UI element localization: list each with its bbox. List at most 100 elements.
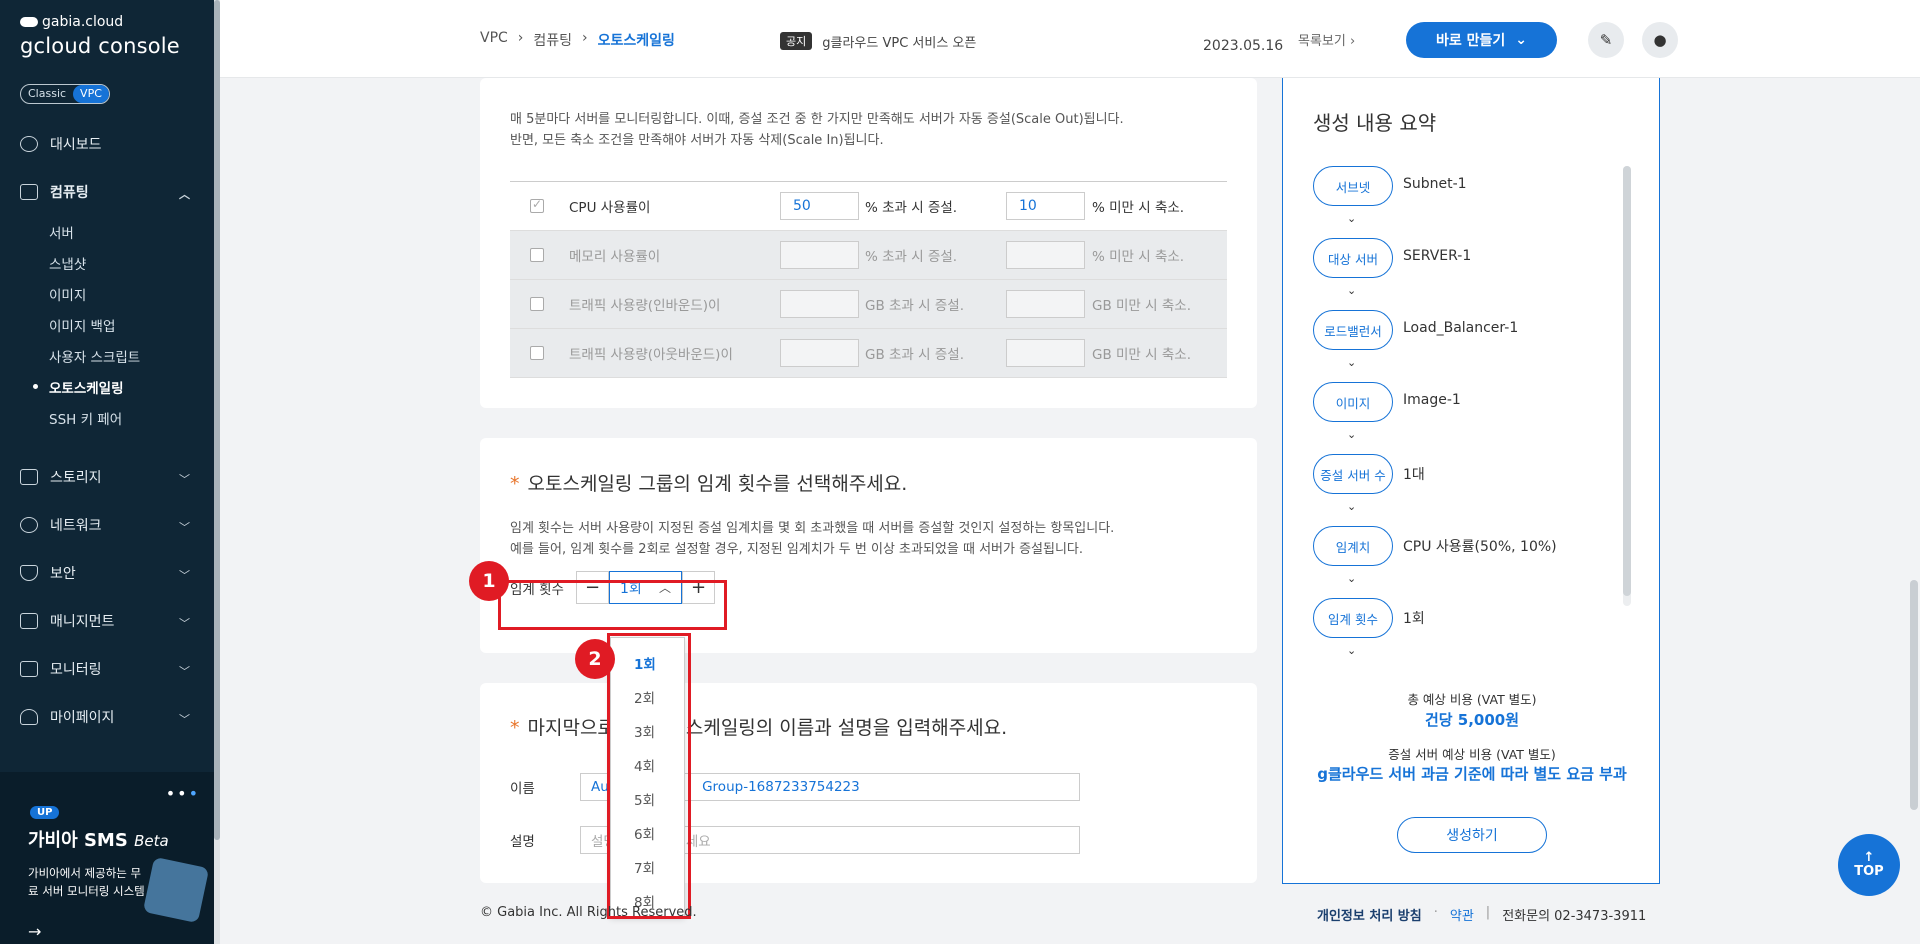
annotation-box-2	[607, 633, 691, 919]
outbound-scale-in-input[interactable]	[1006, 339, 1085, 367]
total-cost-label: 총 예상 비용 (VAT 별도)	[1407, 692, 1537, 707]
breadcrumb-current: 오토스케일링	[597, 33, 675, 49]
sidebar-item-computing[interactable]: 컴퓨팅 ︿	[0, 168, 214, 216]
sidebar-nav: 대시보드 컴퓨팅 ︿ 서버 스냅샷 이미지 이미지 백업 사용자 스크립트 오토…	[0, 120, 214, 741]
sidebar-item-network[interactable]: 네트워크 ﹀	[0, 501, 214, 549]
summary-pill: 증설 서버 수	[1313, 454, 1393, 494]
breadcrumb-vpc[interactable]: VPC	[480, 30, 508, 50]
summary-pill: 임계 횟수	[1313, 598, 1393, 638]
required-mark: *	[510, 473, 520, 495]
summary-item: 서브넷 Subnet-1 ⌄	[1313, 166, 1613, 238]
up-badge: UP	[30, 806, 60, 819]
cpu-scale-in-input[interactable]: 10	[1006, 192, 1085, 220]
inbound-scale-out-input[interactable]	[780, 290, 859, 318]
top-bar: VPC › 컴퓨팅 › 오토스케일링 공지 g클라우드 VPC 서비스 오픈 20…	[220, 0, 1920, 78]
sidebar-item-autoscaling[interactable]: 오토스케일링	[33, 371, 214, 402]
chat-icon[interactable]: ✎	[1588, 22, 1624, 58]
brand-logo[interactable]: gabia.cloud gcloud console	[20, 14, 180, 58]
required-mark: *	[510, 717, 520, 739]
chevron-down-icon: ⌄	[1347, 500, 1357, 513]
condition-row-inbound: 트래픽 사용량(인바운드)이 GB 초과 시 증설. GB 미만 시 축소.	[510, 280, 1227, 329]
threshold-desc-line2: 예를 들어, 임계 횟수를 2회로 설정할 경우, 지정된 임계치가 두 번 이…	[510, 542, 1084, 557]
footer-links: 개인정보 처리 방침 · 약관 | 전화문의 02-3473-3911	[1317, 905, 1647, 924]
chevron-down-icon: ⌄	[1347, 572, 1357, 585]
quick-create-button[interactable]: 바로 만들기 ⌄	[1406, 22, 1557, 58]
toggle-classic[interactable]: Classic	[21, 85, 73, 103]
carousel-dots[interactable]: •••	[166, 784, 200, 803]
summary-item: 임계치 CPU 사용률(50%, 10%) ⌄	[1313, 526, 1613, 598]
sidebar-item-monitoring[interactable]: 모니터링 ﹀	[0, 645, 214, 693]
sms-promo-banner[interactable]: ••• UP 가비아 SMS Beta 가비아에서 제공하는 무료 서버 모니터…	[0, 772, 214, 944]
name-row: 이름 Aut Group-1687233754223	[510, 773, 1080, 801]
chevron-down-icon: ﹀	[179, 665, 190, 678]
shield-icon	[20, 565, 38, 581]
privacy-link[interactable]: 개인정보 처리 방침	[1317, 905, 1422, 924]
sidebar-item-user-script[interactable]: 사용자 스크립트	[49, 340, 214, 371]
sidebar-item-ssh-keypair[interactable]: SSH 키 페어	[49, 402, 214, 433]
inbound-scale-in-input[interactable]	[1006, 290, 1085, 318]
sidebar-item-storage[interactable]: 스토리지 ﹀	[0, 453, 214, 501]
terms-link[interactable]: 약관	[1450, 905, 1474, 924]
create-button[interactable]: 생성하기	[1397, 817, 1547, 853]
summary-item: 증설 서버 수 1대 ⌄	[1313, 454, 1613, 526]
storage-icon	[20, 469, 38, 485]
chevron-down-icon: ⌄	[1347, 212, 1357, 225]
total-cost-value: 건당 5,000원	[1424, 711, 1520, 729]
summary-pill: 대상 서버	[1313, 238, 1393, 278]
notice-list-link[interactable]: 목록보기 ›	[1298, 30, 1355, 49]
user-icon	[20, 709, 38, 725]
page-scrollbar[interactable]	[1910, 580, 1918, 810]
toggle-vpc[interactable]: VPC	[73, 85, 109, 103]
server-cost-label: 증설 서버 예상 비용 (VAT 별도)	[1388, 747, 1556, 762]
network-icon	[20, 517, 38, 533]
management-icon	[20, 613, 38, 629]
chevron-up-icon: ︿	[179, 188, 190, 201]
sidebar-item-security[interactable]: 보안 ﹀	[0, 549, 214, 597]
outbound-checkbox[interactable]	[530, 346, 544, 360]
summary-panel: 생성 내용 요약 서브넷 Subnet-1 ⌄ 대상 서버 SERVER-1 ⌄…	[1282, 78, 1660, 884]
conditions-intro-line1: 매 5분마다 서버를 모니터링합니다. 이때, 증설 조건 중 한 가지만 만족…	[510, 112, 1124, 127]
sidebar-item-image[interactable]: 이미지	[49, 278, 214, 309]
summary-item: 이미지 Image-1 ⌄	[1313, 382, 1613, 454]
computing-submenu: 서버 스냅샷 이미지 이미지 백업 사용자 스크립트 오토스케일링 SSH 키 …	[0, 216, 214, 433]
user-profile-icon[interactable]: ●	[1642, 22, 1678, 58]
chevron-down-icon: ﹀	[179, 617, 190, 630]
notice-ticker[interactable]: 공지 g클라우드 VPC 서비스 오픈 2023.05.16	[780, 18, 1283, 54]
cpu-checkbox[interactable]	[530, 197, 544, 213]
chevron-down-icon: ﹀	[179, 569, 190, 582]
server-cost-value: g클라우드 서버 과금 기준에 따라 별도 요금 부과	[1317, 765, 1627, 783]
annotation-badge-2: 2	[575, 639, 615, 679]
scroll-top-button[interactable]: ↑ TOP	[1838, 834, 1900, 896]
sidebar-item-snapshot[interactable]: 스냅샷	[49, 247, 214, 278]
notice-text[interactable]: g클라우드 VPC 서비스 오픈	[822, 32, 976, 51]
chevron-down-icon: ⌄	[1347, 284, 1357, 297]
promo-title: 가비아 SMS Beta	[28, 830, 169, 851]
breadcrumb: VPC › 컴퓨팅 › 오토스케일링	[480, 30, 675, 50]
outbound-scale-out-input[interactable]	[780, 339, 859, 367]
cpu-scale-out-input[interactable]: 50	[780, 192, 859, 220]
summary-item: 임계 횟수 1회 ⌄	[1313, 598, 1613, 670]
chevron-down-icon: ﹀	[179, 473, 190, 486]
copyright: © Gabia Inc. All Rights Reserved.	[480, 905, 697, 920]
sidebar-item-management[interactable]: 매니지먼트 ﹀	[0, 597, 214, 645]
sidebar-scrollbar[interactable]	[214, 0, 220, 944]
sidebar-item-mypage[interactable]: 마이페이지 ﹀	[0, 693, 214, 741]
classic-vpc-toggle[interactable]: Classic VPC	[20, 84, 110, 104]
sidebar-item-server[interactable]: 서버	[49, 216, 214, 247]
summary-title: 생성 내용 요약	[1313, 111, 1437, 135]
sidebar: gabia.cloud gcloud console Classic VPC 대…	[0, 0, 214, 944]
inbound-checkbox[interactable]	[530, 297, 544, 311]
memory-checkbox[interactable]	[530, 248, 544, 262]
sidebar-item-dashboard[interactable]: 대시보드	[0, 120, 214, 168]
name-description-card: * 마지막으로 오토스케일링의 이름과 설명을 입력해주세요. 이름 Aut Grou…	[480, 683, 1257, 883]
threshold-desc-line1: 임계 횟수는 서버 사용량이 지정된 증설 임계치를 몇 회 초과했을 때 서버…	[510, 521, 1115, 536]
summary-scrollbar[interactable]	[1623, 166, 1631, 606]
memory-scale-out-input[interactable]	[780, 241, 859, 269]
sidebar-item-image-backup[interactable]: 이미지 백업	[49, 309, 214, 340]
breadcrumb-computing[interactable]: 컴퓨팅	[533, 30, 572, 50]
arrow-right-icon[interactable]: →	[28, 922, 41, 941]
memory-scale-in-input[interactable]	[1006, 241, 1085, 269]
arrow-up-icon: ↑	[1863, 850, 1875, 865]
chevron-down-icon: ⌄	[1515, 32, 1527, 48]
chevron-down-icon: ﹀	[179, 713, 190, 726]
